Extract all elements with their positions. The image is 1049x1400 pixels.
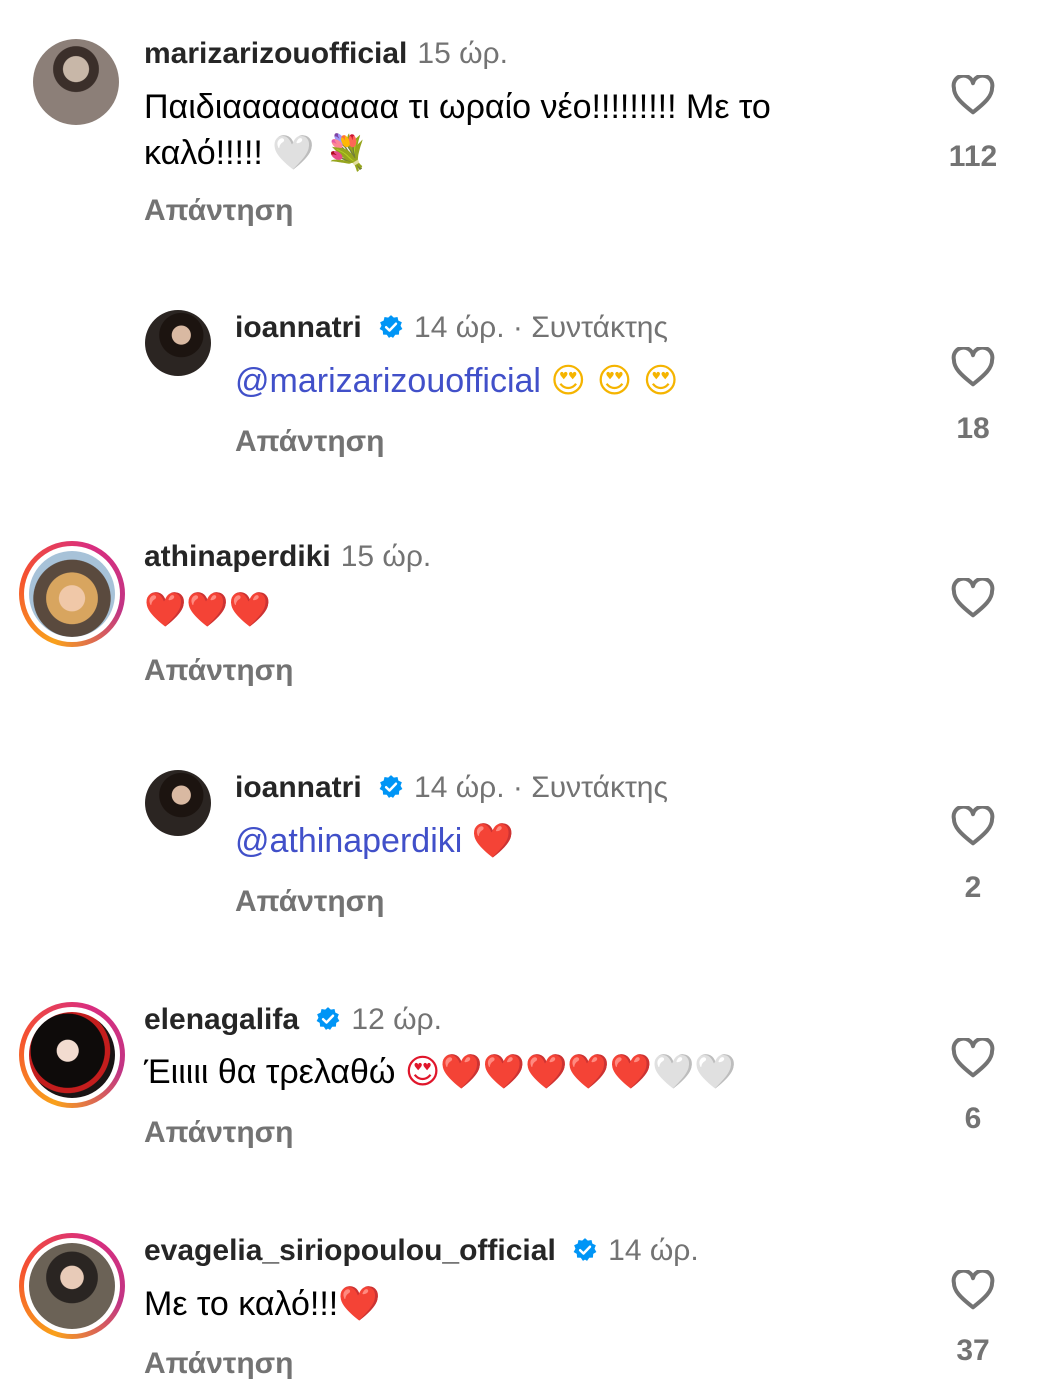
heart-outline-icon[interactable]	[951, 1270, 995, 1310]
timestamp: 14 ώρ.	[608, 1234, 699, 1267]
reply-button[interactable]: Απάντηση	[144, 1347, 294, 1381]
reply-button[interactable]: Απάντηση	[235, 885, 385, 919]
avatar-story-ring[interactable]	[19, 1002, 125, 1108]
verified-badge-icon	[317, 1007, 340, 1030]
verified-badge-icon	[379, 775, 403, 798]
username[interactable]: elenagalifa	[144, 1003, 299, 1036]
emoji: 😍❤️❤️❤️❤️❤️🤍🤍	[404, 1052, 737, 1092]
comment-header: ioannatri 14 ώρ. · Συντάκτης	[235, 311, 668, 345]
comment-header: athinaperdiki 15 ώρ.	[144, 540, 431, 574]
comment-header: evagelia_siriopoulou_official 14 ώρ.	[144, 1234, 699, 1268]
comment-text-body: Έιιιιι θα τρελαθώ	[144, 1053, 396, 1091]
emoji: ❤️	[471, 821, 515, 861]
heart-outline-icon[interactable]	[951, 347, 995, 387]
like-count: 112	[948, 140, 998, 173]
emoji: ❤️	[338, 1284, 381, 1324]
heart-outline-icon[interactable]	[951, 1038, 995, 1078]
like-count: 18	[956, 412, 990, 445]
mention-link[interactable]: @marizarizouofficial	[235, 362, 541, 400]
comment-text: Παιδιααααααααα τι ωραίο νέο!!!!!!!!! Με …	[144, 84, 771, 176]
comment-header: ioannatri 14 ώρ. · Συντάκτης	[235, 771, 668, 805]
reply-button[interactable]: Απάντηση	[144, 654, 294, 688]
emoji: 😍 😍 😍	[550, 361, 679, 401]
heart-outline-icon[interactable]	[951, 578, 995, 618]
comment-text: Έιιιιι θα τρελαθώ 😍❤️❤️❤️❤️❤️🤍🤍	[144, 1049, 737, 1095]
timestamp: 14 ώρ. · Συντάκτης	[414, 311, 668, 344]
avatar[interactable]	[145, 770, 211, 836]
mention-link[interactable]: @athinaperdiki	[235, 822, 462, 860]
like-count: 6	[964, 1102, 982, 1135]
username[interactable]: ioannatri	[235, 311, 362, 344]
reply-button[interactable]: Απάντηση	[235, 425, 385, 459]
avatar[interactable]	[145, 310, 211, 376]
comment-header: elenagalifa 12 ώρ.	[144, 1003, 442, 1037]
timestamp: 12 ώρ.	[351, 1003, 442, 1036]
comment-header: marizarizouofficial 15 ώρ.	[144, 37, 508, 71]
heart-outline-icon[interactable]	[951, 806, 995, 846]
heart-outline-icon[interactable]	[951, 75, 995, 115]
like-count: 37	[956, 1334, 990, 1367]
avatar-story-ring[interactable]	[19, 541, 125, 647]
comment-text: @athinaperdiki ❤️	[235, 818, 514, 864]
username[interactable]: evagelia_siriopoulou_official	[144, 1234, 556, 1267]
avatar-story-ring[interactable]	[19, 1233, 125, 1339]
username[interactable]: ioannatri	[235, 771, 362, 804]
comment-text: @marizarizouofficial 😍 😍 😍	[235, 358, 678, 404]
reply-button[interactable]: Απάντηση	[144, 194, 294, 228]
like-count: 2	[964, 871, 982, 904]
comment-text-body: Με το καλό!!!	[144, 1285, 339, 1323]
verified-badge-icon	[379, 315, 403, 338]
verified-badge-icon	[573, 1238, 597, 1261]
comment-text: ❤️❤️❤️	[144, 587, 271, 633]
comment-text-line: Παιδιααααααααα τι ωραίο νέο!!!!!!!!! Με …	[144, 88, 771, 126]
avatar	[29, 551, 115, 637]
timestamp: 14 ώρ. · Συντάκτης	[414, 771, 668, 804]
comment-text-line: καλό!!!!! 🤍 💐	[144, 133, 368, 173]
emoji: 🤍 💐	[272, 133, 368, 173]
avatar	[29, 1012, 115, 1098]
avatar[interactable]	[33, 39, 119, 125]
username[interactable]: marizarizouofficial	[144, 37, 407, 70]
reply-button[interactable]: Απάντηση	[144, 1116, 294, 1150]
emoji: ❤️❤️❤️	[144, 590, 272, 630]
username[interactable]: athinaperdiki	[144, 540, 331, 573]
comment-text: Με το καλό!!!❤️	[144, 1281, 381, 1327]
timestamp: 15 ώρ.	[340, 540, 432, 573]
timestamp: 15 ώρ.	[417, 37, 508, 70]
avatar	[29, 1243, 115, 1329]
